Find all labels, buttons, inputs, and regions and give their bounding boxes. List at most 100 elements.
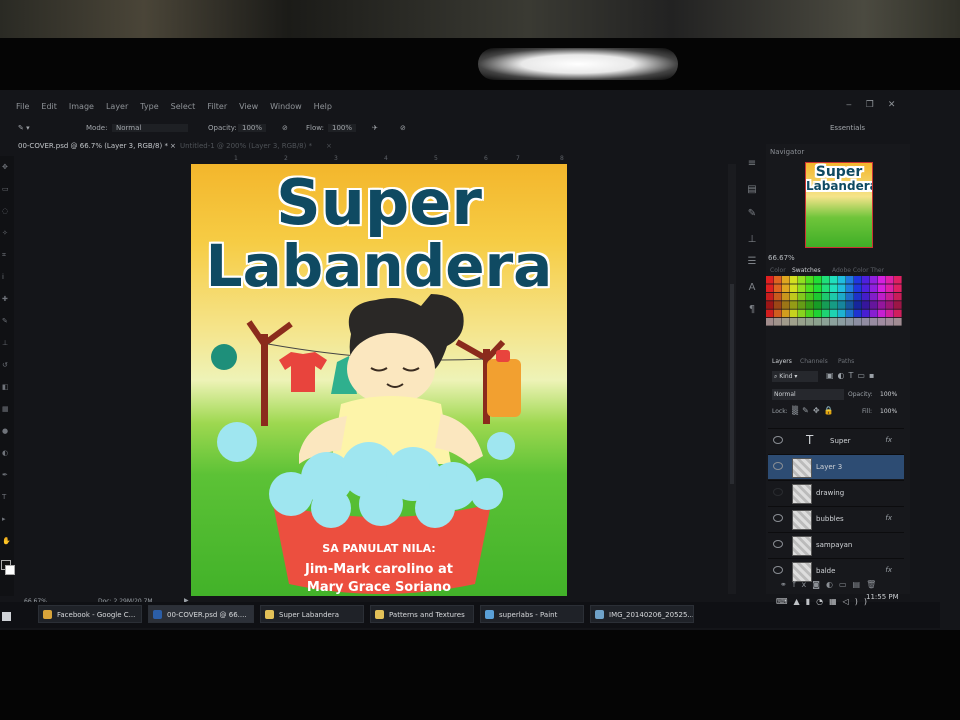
- pen-tool-icon[interactable]: ✒: [2, 472, 11, 479]
- eye-icon[interactable]: [773, 540, 783, 548]
- tab-layers[interactable]: Layers: [772, 358, 792, 365]
- swatch[interactable]: [774, 292, 782, 301]
- history-brush-icon[interactable]: ↺: [2, 362, 11, 369]
- restore-icon[interactable]: ❐: [866, 100, 874, 110]
- swatch[interactable]: [878, 276, 886, 284]
- swatch[interactable]: [814, 301, 822, 309]
- swatch[interactable]: [846, 318, 854, 326]
- swatch[interactable]: [894, 284, 902, 292]
- swatch[interactable]: [830, 301, 838, 309]
- swatch[interactable]: [766, 301, 774, 309]
- path-select-icon[interactable]: ▸: [2, 516, 11, 523]
- crop-tool-icon[interactable]: ⌗: [2, 252, 11, 259]
- eye-icon[interactable]: [773, 462, 783, 470]
- eye-icon[interactable]: [773, 514, 783, 522]
- navigator-thumbnail[interactable]: Super Labandera: [805, 162, 873, 248]
- swatch[interactable]: [878, 292, 886, 301]
- document-canvas[interactable]: Super Labandera SA PANULAT NILA: Jim-Mar…: [191, 164, 567, 596]
- swatch[interactable]: [766, 309, 774, 318]
- blend-mode-dropdown[interactable]: Normal: [772, 389, 844, 400]
- menu-file[interactable]: File: [16, 100, 29, 114]
- swatch[interactable]: [870, 301, 878, 309]
- tab-color[interactable]: Color: [770, 267, 786, 274]
- swatch[interactable]: [886, 301, 894, 309]
- taskbar-clock[interactable]: 11:55 PM: [866, 593, 899, 601]
- swatch[interactable]: [854, 292, 862, 301]
- flow-input[interactable]: 100%: [328, 124, 357, 132]
- swatch[interactable]: [894, 276, 902, 284]
- taskbar-item-chrome[interactable]: Facebook - Google C...: [38, 605, 142, 623]
- menu-filter[interactable]: Filter: [207, 100, 227, 114]
- menu-type[interactable]: Type: [140, 100, 158, 114]
- swatch[interactable]: [798, 318, 806, 326]
- swatch[interactable]: [766, 318, 774, 326]
- swatch[interactable]: [790, 309, 798, 318]
- swatch[interactable]: [790, 276, 798, 284]
- swatch[interactable]: [806, 318, 814, 326]
- menu-select[interactable]: Select: [171, 100, 196, 114]
- tab-00-cover[interactable]: 00-COVER.psd @ 66.7% (Layer 3, RGB/8) *: [18, 142, 168, 150]
- swatch[interactable]: [846, 276, 854, 284]
- swatch[interactable]: [830, 309, 838, 318]
- layer-row-bubbles[interactable]: bubbles fx: [768, 506, 904, 531]
- swatch[interactable]: [782, 301, 790, 309]
- layer-row-drawing[interactable]: drawing: [768, 480, 904, 505]
- navigator-zoom-value[interactable]: 66.67%: [768, 254, 795, 262]
- swatch[interactable]: [886, 276, 894, 284]
- background-color-swatch[interactable]: [5, 565, 15, 575]
- swatch[interactable]: [798, 309, 806, 318]
- swatch[interactable]: [862, 309, 870, 318]
- layer-row-layer-3[interactable]: Layer 3: [768, 454, 904, 479]
- swatch[interactable]: [798, 301, 806, 309]
- swatch[interactable]: [854, 301, 862, 309]
- layer-row-sampayan[interactable]: sampayan: [768, 532, 904, 557]
- tab-paths[interactable]: Paths: [838, 358, 854, 365]
- swatch[interactable]: [830, 292, 838, 301]
- swatch[interactable]: [894, 301, 902, 309]
- swatch[interactable]: [822, 318, 830, 326]
- taskbar-item-paint[interactable]: superlabs - Paint: [480, 605, 584, 623]
- minimize-icon[interactable]: ‒: [846, 100, 852, 110]
- swatch[interactable]: [774, 284, 782, 292]
- swatch[interactable]: [790, 292, 798, 301]
- swatch[interactable]: [878, 309, 886, 318]
- brush-panel-icon[interactable]: ✎: [746, 208, 758, 219]
- swatch[interactable]: [790, 301, 798, 309]
- taskbar-item-patterns[interactable]: Patterns and Textures: [370, 605, 474, 623]
- swatch[interactable]: [846, 301, 854, 309]
- fx-icon[interactable]: fx: [885, 514, 892, 522]
- swatch[interactable]: [814, 309, 822, 318]
- airbrush-icon[interactable]: ✈: [372, 124, 378, 132]
- menu-window[interactable]: Window: [270, 100, 302, 114]
- pressure-opacity-icon[interactable]: ⊘: [282, 124, 288, 132]
- eye-hidden-icon[interactable]: [773, 488, 783, 496]
- swatch[interactable]: [870, 284, 878, 292]
- paragraph-panel-icon[interactable]: ¶: [746, 304, 758, 315]
- swatch[interactable]: [886, 318, 894, 326]
- swatch[interactable]: [766, 292, 774, 301]
- swatch[interactable]: [838, 292, 846, 301]
- swatch[interactable]: [862, 292, 870, 301]
- menu-edit[interactable]: Edit: [41, 100, 57, 114]
- swatch[interactable]: [782, 276, 790, 284]
- swatch[interactable]: [814, 276, 822, 284]
- swatch[interactable]: [838, 318, 846, 326]
- scrollbar-thumb[interactable]: [730, 284, 734, 484]
- swatch[interactable]: [862, 276, 870, 284]
- swatch[interactable]: [870, 292, 878, 301]
- swatch[interactable]: [822, 301, 830, 309]
- eye-icon[interactable]: [773, 566, 783, 574]
- swatch[interactable]: [886, 309, 894, 318]
- swatch[interactable]: [862, 301, 870, 309]
- swatch[interactable]: [838, 301, 846, 309]
- swatch[interactable]: [766, 276, 774, 284]
- swatch[interactable]: [830, 276, 838, 284]
- tab-untitled-1[interactable]: Untitled-1 @ 200% (Layer 3, RGB/8) *: [180, 142, 312, 150]
- gradient-tool-icon[interactable]: ▦: [2, 406, 11, 413]
- opacity-input[interactable]: 100%: [238, 124, 267, 132]
- swatches-grid[interactable]: [766, 276, 902, 328]
- quick-select-icon[interactable]: ✧: [2, 230, 11, 237]
- character-panel-icon[interactable]: A: [746, 282, 758, 293]
- layer-filter-icons[interactable]: ▣◐T▭▪: [826, 371, 878, 380]
- marquee-tool-icon[interactable]: ▭: [2, 186, 11, 193]
